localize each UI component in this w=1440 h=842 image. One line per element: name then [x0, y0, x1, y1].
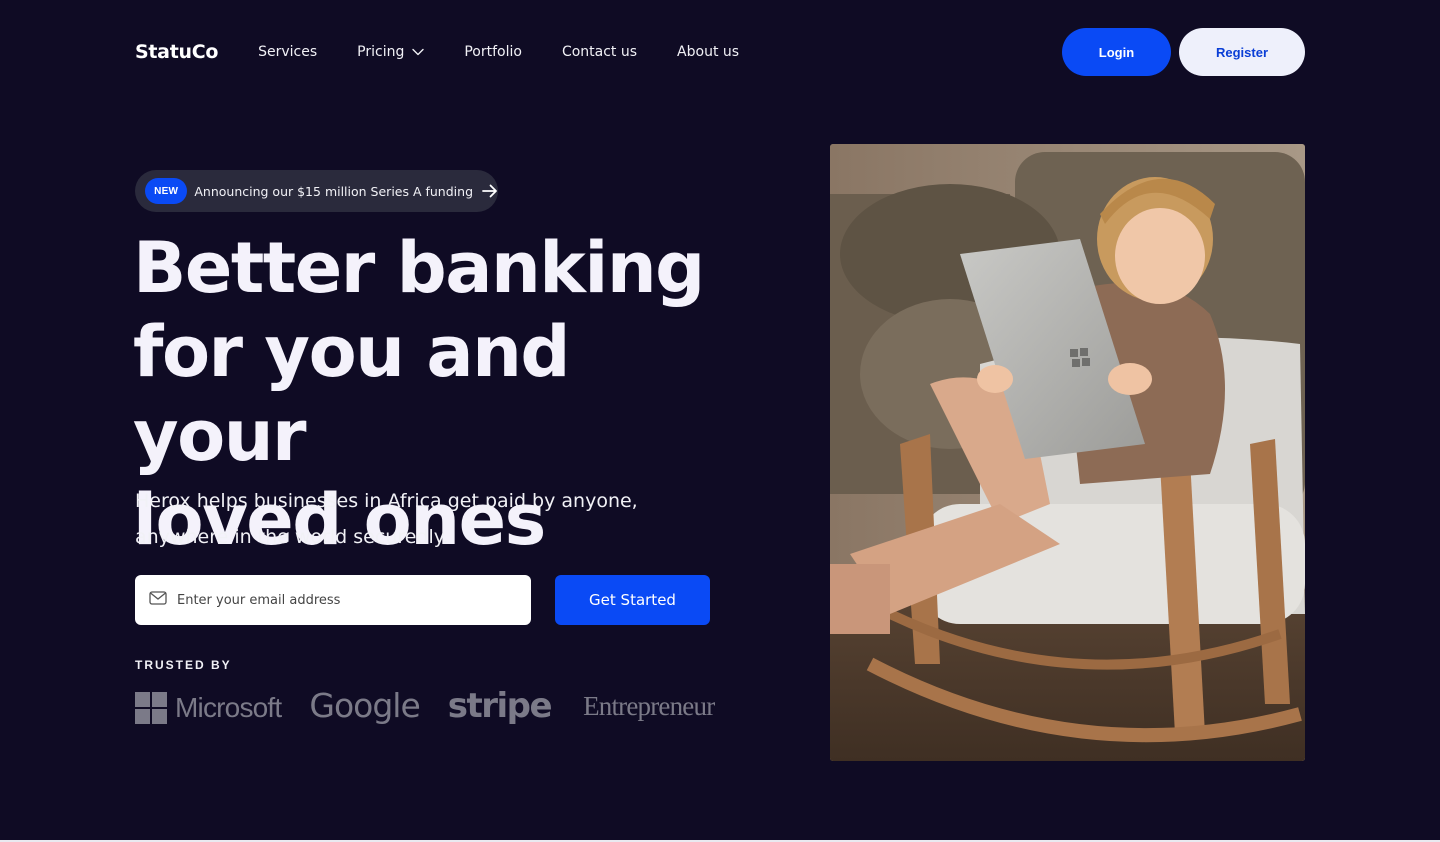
google-logo: Google [309, 685, 420, 725]
nav-link-services[interactable]: Services [258, 44, 317, 60]
stripe-logo: stripe [447, 686, 553, 726]
nav-link-pricing[interactable]: Pricing [357, 44, 425, 60]
top-navbar: StatuCo Services Pricing Portfolio Conta… [135, 28, 1305, 76]
nav-link-label: Portfolio [464, 44, 522, 60]
trusted-logos: Microsoft Google stripe Entrepreneur [135, 685, 715, 730]
announcement-pill[interactable]: NEW Announcing our $15 million Series A … [135, 170, 498, 212]
trusted-by-label: TRUSTED BY [135, 658, 232, 672]
microsoft-grid-icon [135, 692, 167, 724]
entrepreneur-logo: Entrepreneur [583, 690, 715, 721]
nav-links: Services Pricing Portfolio Contact us Ab… [258, 44, 739, 60]
email-field-wrapper [135, 575, 531, 625]
microsoft-wordmark: Microsoft [175, 692, 282, 723]
get-started-button[interactable]: Get Started [555, 575, 710, 625]
email-input[interactable] [177, 592, 507, 608]
nav-link-label: Pricing [357, 44, 405, 60]
arrow-right-icon [482, 184, 498, 198]
auth-actions: Login Register [1062, 28, 1305, 76]
mail-icon [149, 590, 167, 610]
hero-subtitle-line: anywhere in the world securedly. [135, 526, 449, 548]
hero-photo [830, 144, 1305, 761]
hero-title-line: Better banking [133, 227, 705, 309]
chevron-down-icon [412, 48, 425, 56]
brand-logo[interactable]: StatuCo [135, 41, 218, 63]
login-button[interactable]: Login [1062, 28, 1171, 76]
hero-subtitle: Herox helps businesses in Africa get pai… [135, 483, 675, 555]
nav-link-label: About us [677, 44, 740, 60]
nav-link-contact[interactable]: Contact us [562, 44, 637, 60]
register-button[interactable]: Register [1179, 28, 1305, 76]
nav-link-about[interactable]: About us [677, 44, 739, 60]
announcement-text: Announcing our $15 million Series A fund… [194, 183, 473, 199]
nav-link-portfolio[interactable]: Portfolio [464, 44, 522, 60]
nav-link-label: Contact us [561, 44, 638, 60]
new-badge: NEW [145, 178, 188, 204]
hero-title-line: for you and your [133, 311, 571, 477]
hero-subtitle-line: Herox helps businesses in Africa get pai… [135, 490, 638, 512]
microsoft-logo: Microsoft [135, 692, 282, 724]
nav-link-label: Services [258, 44, 318, 60]
